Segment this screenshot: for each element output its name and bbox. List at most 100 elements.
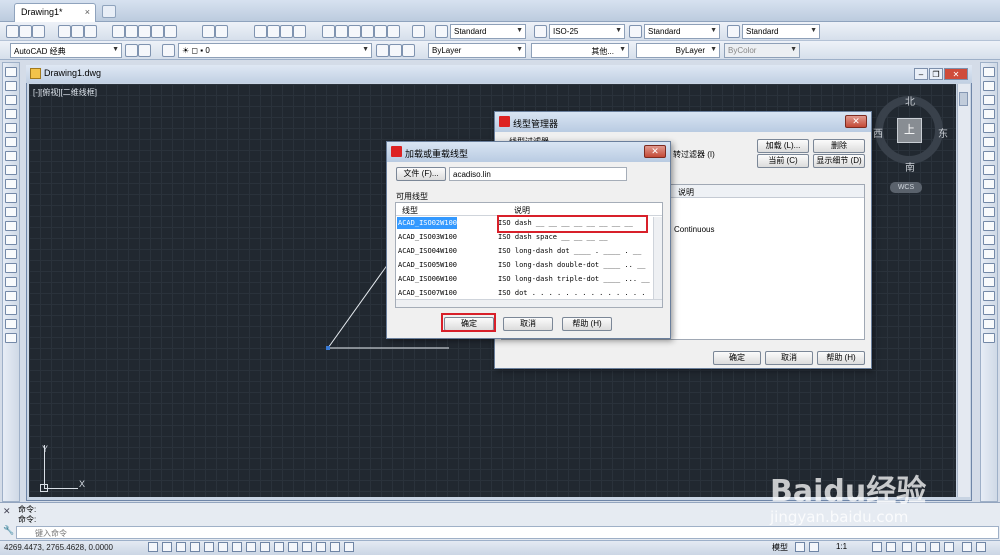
desc-column-header[interactable]: 说明 [678,187,694,198]
rectangle-icon[interactable] [5,123,17,133]
arc-icon[interactable] [5,137,17,147]
dim-style-select[interactable]: ISO-25 ▼ [549,24,625,39]
paste-icon[interactable] [138,25,151,38]
close-tab-icon[interactable]: × [85,7,90,17]
isolate-objects-icon[interactable] [944,542,954,552]
pan-icon[interactable] [254,25,267,38]
load-button[interactable]: 加载 (L)... [757,139,809,153]
table-icon[interactable] [5,305,17,315]
new-tab-button[interactable] [102,5,116,18]
list-item-desc[interactable]: ISO long-dash triple-dot ____ ... __ [498,275,650,283]
wrench-icon[interactable]: 🔧 [3,525,14,536]
insert-block-icon[interactable] [5,221,17,231]
command-window-close-icon[interactable]: ✕ [3,506,11,517]
make-current-layer-icon[interactable] [376,44,389,57]
viewcube-north[interactable]: 北 [905,93,915,108]
help-button[interactable]: 帮助 (H) [562,317,612,331]
command-input[interactable]: 键入命令 [16,526,999,539]
list-item[interactable]: ACAD_ISO03W100 [398,233,457,241]
3d-object-snap-icon[interactable] [232,542,242,552]
markup-icon[interactable] [374,25,387,38]
model-space-toggle[interactable]: 模型 [772,542,788,553]
continuous-description[interactable]: Continuous [674,225,714,234]
copy-object-icon[interactable] [983,81,995,91]
object-snap-tracking-icon[interactable] [246,542,256,552]
zoom-icon[interactable] [983,319,995,329]
point-icon[interactable] [5,249,17,259]
list-item[interactable]: ACAD_ISO07W100 [398,289,457,297]
lineweight-select[interactable]: ByLayer ▼ [636,43,720,58]
quickcalc-icon[interactable] [387,25,400,38]
match-properties-icon[interactable] [151,25,164,38]
invert-filter-label[interactable]: 转过滤器 (I) [673,149,715,160]
dynamic-ucs-icon[interactable] [260,542,270,552]
cursor-coordinates[interactable]: 4269.4473, 2765.4628, 0.0000 [4,543,113,552]
design-center-icon[interactable] [335,25,348,38]
grid-display-icon[interactable] [176,542,186,552]
cancel-button[interactable]: 取消 [765,351,813,365]
preview-icon[interactable] [71,25,84,38]
workspace-toggle-icon[interactable] [138,44,151,57]
redo-icon[interactable] [215,25,228,38]
join-icon[interactable] [983,249,995,259]
list-item[interactable]: ACAD_ISO06W100 [398,275,457,283]
mirror-icon[interactable] [983,95,995,105]
list-vertical-scrollbar[interactable] [653,217,662,301]
circle-icon[interactable] [5,151,17,161]
gradient-icon[interactable] [5,277,17,287]
revcloud-icon[interactable] [5,165,17,175]
save-icon[interactable] [32,25,45,38]
zoom-window-icon[interactable] [280,25,293,38]
annotation-visibility-icon[interactable] [872,542,882,552]
chamfer-icon[interactable] [983,263,995,273]
scrollbar-thumb[interactable] [959,92,968,106]
restore-icon[interactable]: ❐ [929,68,943,80]
copy-icon[interactable] [125,25,138,38]
list-item[interactable]: ACAD_ISO04W100 [398,247,457,255]
ortho-mode-icon[interactable] [190,542,200,552]
annotation-monitor-icon[interactable] [344,542,354,552]
dynamic-input-icon[interactable] [274,542,284,552]
extend-icon[interactable] [983,207,995,217]
line-icon[interactable] [5,67,17,77]
add-selected-icon[interactable] [5,333,17,343]
explode-icon[interactable] [983,291,995,301]
viewcube-top-face[interactable]: 上 [897,118,922,143]
transparency-icon[interactable] [302,542,312,552]
hardware-acceleration-icon[interactable] [930,542,940,552]
cut-icon[interactable] [112,25,125,38]
offset-icon[interactable] [983,109,995,119]
linetype-select[interactable]: 其他... ▼ [531,43,629,58]
spline-icon[interactable] [5,179,17,189]
viewcube-west[interactable]: 西 [873,125,883,140]
list-item-desc[interactable]: ISO long-dash dot ____ . ____ . __ [498,247,641,255]
list-item-desc[interactable]: ISO dot . . . . . . . . . . . . . . [498,289,646,297]
workspace-switching-icon[interactable] [902,542,912,552]
object-snap-icon[interactable] [218,542,228,552]
auto-scale-icon[interactable] [886,542,896,552]
make-block-icon[interactable] [5,235,17,245]
list-item-desc[interactable]: ISO long-dash double-dot ____ .. __ [498,261,646,269]
move-icon[interactable] [983,137,995,147]
show-details-button[interactable]: 显示细节 (D) [813,154,865,168]
wcs-menu[interactable]: WCS [890,182,922,193]
workspace-settings-icon[interactable] [125,44,138,57]
polyline-icon[interactable] [5,95,17,105]
close-icon[interactable]: ✕ [845,115,867,128]
text-style-select[interactable]: Standard ▼ [450,24,526,39]
block-editor-icon[interactable] [164,25,177,38]
file-button[interactable]: 文件 (F)... [396,167,446,181]
application-status-icon[interactable] [962,542,972,552]
polygon-icon[interactable] [5,109,17,119]
tab-drawing1[interactable]: Drawing1* × [14,3,96,22]
close-window-icon[interactable]: ✕ [944,68,968,80]
current-button[interactable]: 当前 (C) [757,154,809,168]
ellipse-arc-icon[interactable] [5,207,17,217]
fillet-icon[interactable] [983,277,995,287]
close-icon[interactable]: ✕ [644,145,666,158]
minimize-icon[interactable]: – [914,68,928,80]
cancel-button[interactable]: 取消 [503,317,553,331]
orbit-icon[interactable] [983,333,995,343]
polar-tracking-icon[interactable] [204,542,214,552]
layer-previous-icon[interactable] [389,44,402,57]
